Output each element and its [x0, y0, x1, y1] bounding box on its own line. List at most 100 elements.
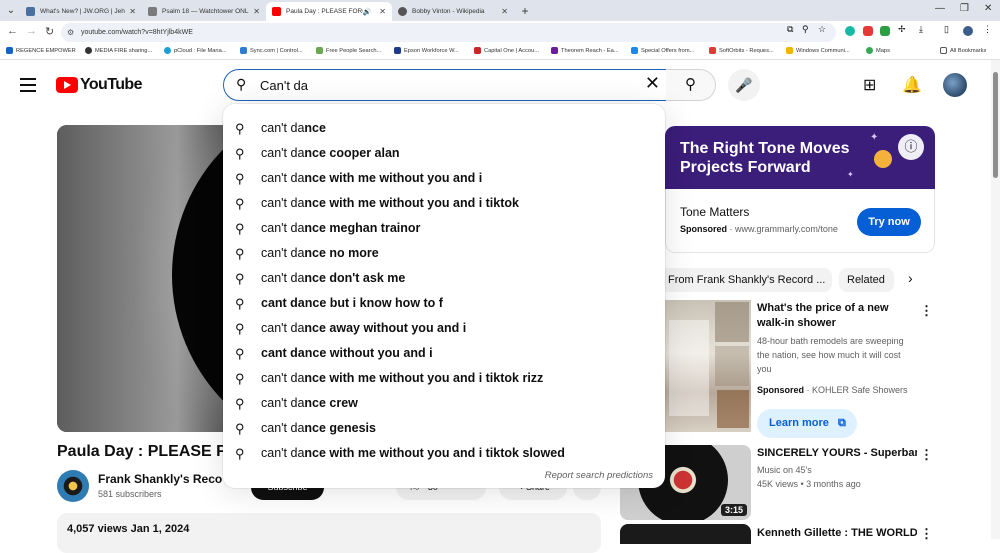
bookmark-regence[interactable]: REGENCE EMPOWER: [6, 47, 76, 54]
back-icon[interactable]: ←: [7, 25, 18, 37]
more-options-icon[interactable]: ⋮: [920, 447, 933, 463]
extension-sync-icon[interactable]: [845, 26, 855, 36]
related-channel[interactable]: Music on 45's: [757, 465, 812, 475]
suggestion-completion: nce with me without you and i tiktok riz…: [304, 371, 544, 385]
chip-related[interactable]: Related: [839, 268, 894, 292]
tab-wikipedia[interactable]: Bobby Vinton - Wikipedia ✕: [392, 2, 514, 21]
suggestion-item[interactable]: ⚲ cant dance without you and i: [223, 341, 665, 366]
minimize-icon[interactable]: —: [935, 3, 945, 14]
profile-avatar-icon[interactable]: [963, 26, 973, 36]
tab-close-icon[interactable]: ✕: [501, 7, 508, 16]
all-bookmarks[interactable]: All Bookmarks: [940, 47, 986, 54]
tab-close-icon[interactable]: ✕: [129, 7, 136, 16]
tab-jw-org[interactable]: What's New? | JW.ORG | Jehov ✕: [20, 2, 142, 21]
extensions-puzzle-icon[interactable]: ✢: [898, 24, 906, 35]
bookmark-maps[interactable]: Maps: [866, 47, 890, 54]
tab-title: What's New? | JW.ORG | Jehov: [40, 8, 126, 15]
suggestion-item[interactable]: ⚲ can't dance no more: [223, 241, 665, 266]
chip-from-channel[interactable]: From Frank Shankly's Record ...: [660, 268, 832, 292]
ad-banner[interactable]: The Right Tone Moves Projects Forward ✦ …: [665, 126, 935, 189]
bookmark-epson[interactable]: Epson Workforce W...: [394, 47, 459, 54]
reload-icon[interactable]: ↻: [45, 25, 54, 38]
description-box[interactable]: 4,057 views Jan 1, 2024: [57, 513, 601, 553]
sponsored-thumbnail[interactable]: [665, 300, 751, 432]
scrollbar-thumb[interactable]: [993, 72, 998, 178]
bookmark-windows-community[interactable]: Windows Communi...: [786, 47, 850, 54]
restore-icon[interactable]: ❐: [960, 3, 969, 14]
tab-close-icon[interactable]: ✕: [253, 7, 260, 16]
install-app-icon[interactable]: ⧉: [787, 24, 793, 35]
learn-more-button[interactable]: Learn more ⧉: [757, 409, 857, 438]
zoom-icon[interactable]: ⚲: [802, 24, 809, 35]
related-thumbnail[interactable]: [620, 524, 751, 544]
bookmark-star-icon[interactable]: ☆: [818, 24, 826, 35]
suggestion-item[interactable]: ⚲ can't dance don't ask me: [223, 266, 665, 291]
try-now-button[interactable]: Try now: [857, 208, 921, 236]
guide-menu-icon[interactable]: [20, 78, 36, 92]
search-button[interactable]: ⚲: [666, 69, 716, 101]
all-bookmarks-label: All Bookmarks: [950, 47, 987, 54]
more-options-icon[interactable]: ⋮: [920, 526, 933, 542]
channel-avatar[interactable]: [57, 470, 89, 502]
bookmark-favicon-icon: [631, 47, 638, 54]
clear-search-icon[interactable]: ✕: [645, 73, 660, 94]
suggestion-item[interactable]: ⚲ can't dance with me without you and i t…: [223, 366, 665, 391]
suggestion-item[interactable]: ⚲ can't dance genesis: [223, 416, 665, 441]
forward-icon[interactable]: →: [26, 25, 37, 37]
bookmark-softorbits[interactable]: SoftOrbits - Reques...: [709, 47, 774, 54]
url-field[interactable]: ⚙ youtube.com/watch?v=8htYjlb4kWE: [61, 23, 836, 42]
suggestion-text: can't dance: [261, 121, 326, 135]
suggestion-item[interactable]: ⚲ can't dance with me without you and i: [223, 166, 665, 191]
site-info-icon[interactable]: ⚙: [67, 23, 74, 42]
more-options-icon[interactable]: ⋮: [920, 303, 933, 319]
ad-info-icon[interactable]: ⓘ: [898, 134, 924, 160]
suggestion-item[interactable]: ⚲ can't dance meghan trainor: [223, 216, 665, 241]
bookmark-label: Maps: [876, 47, 890, 54]
bookmark-mediafire[interactable]: MEDIA FIRE sharing...: [85, 47, 152, 54]
chevron-right-icon[interactable]: ›: [908, 270, 913, 286]
new-tab-button[interactable]: +: [518, 4, 532, 18]
tab-close-icon[interactable]: ✕: [379, 7, 386, 16]
suggestion-item[interactable]: ⚲ can't dance cooper alan: [223, 141, 665, 166]
notifications-bell-icon[interactable]: 🔔: [902, 75, 922, 95]
report-search-predictions-link[interactable]: Report search predictions: [545, 470, 653, 481]
related-video-title[interactable]: SINCERELY YOURS - Superband: [757, 446, 917, 461]
suggestion-item[interactable]: ⚲ can't dance with me without you and i t…: [223, 441, 665, 466]
search-icon: ⚲: [685, 76, 696, 93]
create-video-icon[interactable]: ⊞: [863, 75, 876, 95]
suggestion-item[interactable]: ⚲ can't dance: [223, 116, 665, 141]
advertiser-name: KOHLER Safe Showers: [812, 385, 908, 395]
channel-name[interactable]: Frank Shankly's Record Shop: [98, 472, 222, 486]
youtube-logo[interactable]: YouTube: [56, 76, 142, 94]
suggestion-item[interactable]: ⚲ can't dance with me without you and i t…: [223, 191, 665, 216]
bookmark-label: Special Offers from...: [641, 47, 695, 54]
tab-search-icon[interactable]: ⌄: [4, 4, 18, 18]
extension-red-icon[interactable]: [863, 26, 873, 36]
account-avatar[interactable]: [943, 73, 967, 97]
suggestion-typed-part: can't da: [261, 246, 305, 260]
bookmark-pcloud[interactable]: pCloud : File Mana...: [164, 47, 226, 54]
tab-watchtower[interactable]: Psalm 18 — Watchtower ONLI ✕: [142, 2, 266, 21]
page-scrollbar[interactable]: [991, 60, 1000, 539]
search-input[interactable]: [260, 75, 630, 95]
suggestion-item[interactable]: ⚲ can't dance away without you and i: [223, 316, 665, 341]
voice-search-button[interactable]: 🎤: [728, 69, 760, 101]
suggestion-text: can't dance meghan trainor: [261, 221, 420, 235]
suggestion-completion: cant dance without you and i: [261, 346, 433, 360]
bookmark-theorem-reach[interactable]: Theorem Reach - Ea...: [551, 47, 619, 54]
audio-playing-icon[interactable]: 🔊: [363, 8, 372, 16]
tab-youtube-active[interactable]: Paula Day : PLEASE FORGI 🔊 ✕: [266, 2, 392, 21]
bookmark-free-people-search[interactable]: Free People Search...: [316, 47, 381, 54]
suggestion-item[interactable]: ⚲ cant dance but i know how to f: [223, 291, 665, 316]
sponsored-video-title[interactable]: What's the price of a new walk-in shower: [757, 301, 917, 331]
bookmark-capital-one[interactable]: Capital One | Accou...: [474, 47, 539, 54]
bookmark-sync[interactable]: Sync.com | Control...: [240, 47, 303, 54]
search-icon: ⚲: [235, 321, 245, 336]
bookmark-special-offers[interactable]: Special Offers from...: [631, 47, 694, 54]
downloads-icon[interactable]: ⤓: [919, 24, 923, 35]
extension-check-icon[interactable]: [880, 26, 890, 36]
close-window-icon[interactable]: ✕: [984, 3, 992, 14]
browser-menu-icon[interactable]: ⋮: [983, 24, 992, 35]
suggestion-item[interactable]: ⚲ can't dance crew: [223, 391, 665, 416]
side-panel-icon[interactable]: ▯: [944, 24, 949, 35]
